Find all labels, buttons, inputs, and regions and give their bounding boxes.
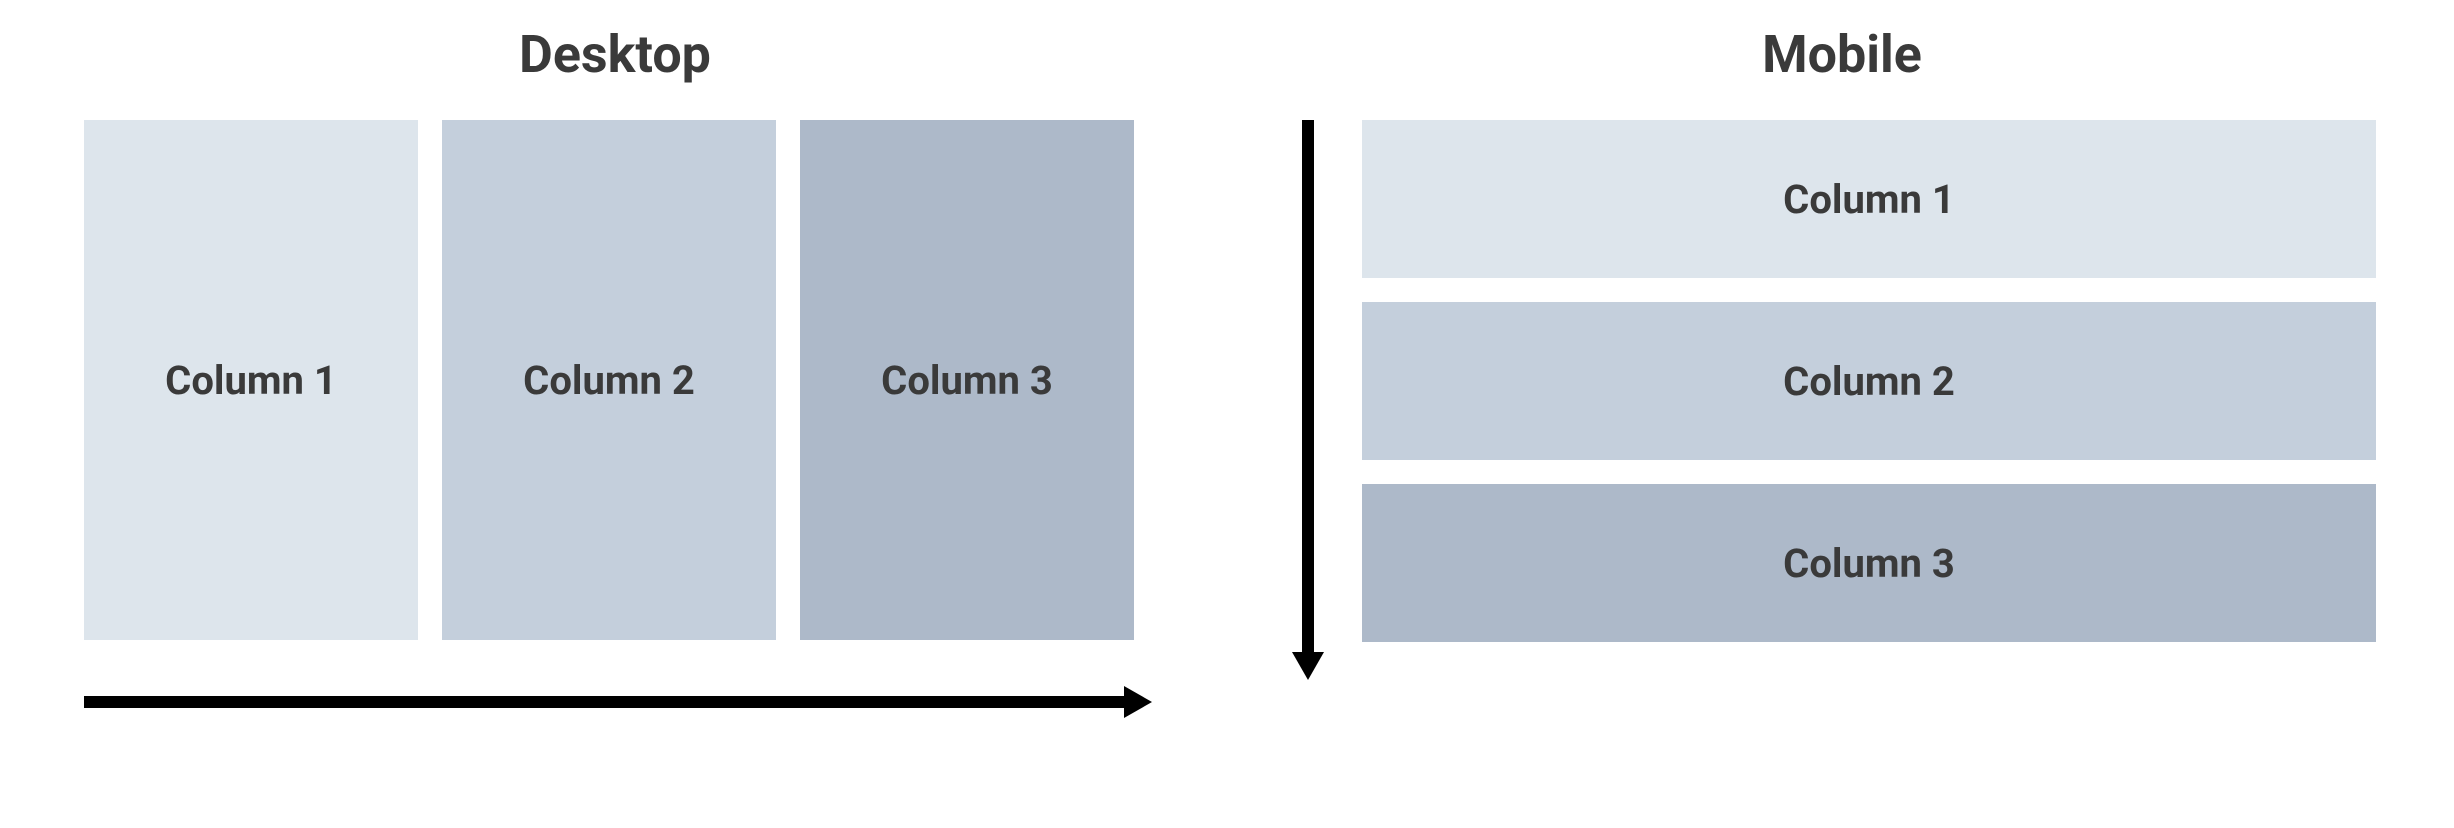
mobile-panel: Mobile Column 1 Column 2 Column 3 (1230, 0, 2454, 828)
desktop-heading: Desktop (0, 24, 1230, 85)
desktop-column-2-label: Column 2 (523, 357, 695, 404)
mobile-column-2-label: Column 2 (1783, 358, 1955, 405)
mobile-column-1-label: Column 1 (1783, 176, 1955, 223)
mobile-column-3-label: Column 3 (1783, 540, 1955, 587)
vertical-arrow-icon (1292, 120, 1324, 680)
mobile-heading: Mobile (1230, 24, 2454, 85)
desktop-column-3-label: Column 3 (881, 357, 1053, 404)
desktop-column-1: Column 1 (84, 120, 418, 640)
mobile-column-3: Column 3 (1362, 484, 2376, 642)
horizontal-arrow-icon (84, 686, 1152, 718)
desktop-column-3: Column 3 (800, 120, 1134, 640)
diagram-container: Desktop Column 1 Column 2 Column 3 Mobil… (0, 0, 2454, 828)
mobile-column-1: Column 1 (1362, 120, 2376, 278)
desktop-column-1-label: Column 1 (165, 357, 337, 404)
desktop-column-2: Column 2 (442, 120, 776, 640)
desktop-columns-group: Column 1 Column 2 Column 3 (84, 120, 1134, 640)
mobile-column-2: Column 2 (1362, 302, 2376, 460)
mobile-columns-group: Column 1 Column 2 Column 3 (1362, 120, 2376, 642)
desktop-panel: Desktop Column 1 Column 2 Column 3 (0, 0, 1230, 828)
